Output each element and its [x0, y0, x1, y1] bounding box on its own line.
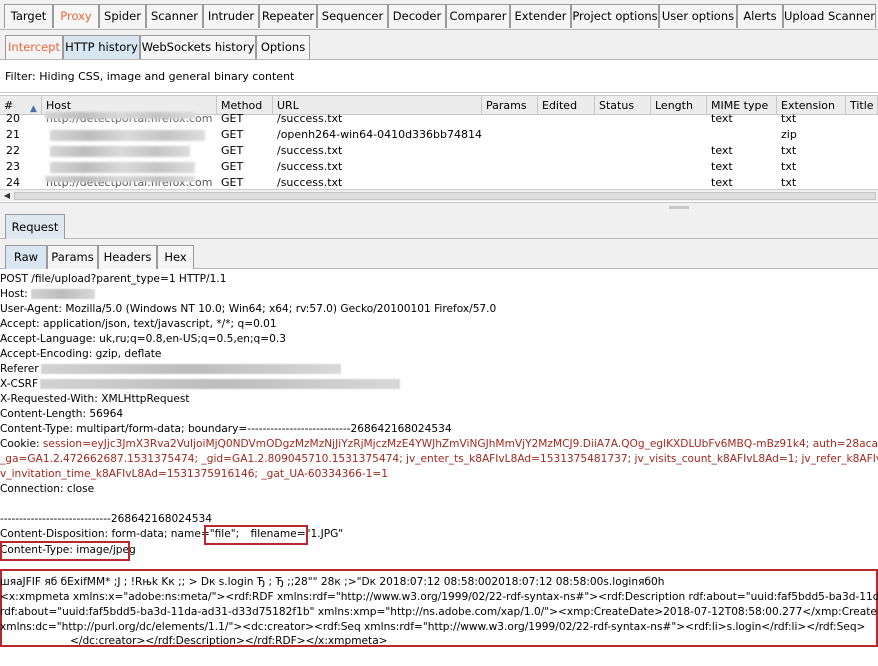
cell-mime: text [711, 160, 733, 173]
pane-splitter[interactable] [0, 203, 878, 211]
main-tab-bar: Target Proxy Spider Scanner Intruder Rep… [0, 0, 878, 30]
raw-request-editor[interactable]: POST /file/upload?parent_type=1 HTTP/1.1… [0, 270, 878, 666]
header-referer: Referer [0, 362, 341, 377]
tab-websockets-history[interactable]: WebSockets history [140, 35, 256, 59]
header-host: Host: [0, 287, 96, 302]
tab-hex[interactable]: Hex [157, 245, 194, 269]
cell-method: GET [221, 112, 244, 125]
cell-number: 21 [6, 128, 20, 141]
table-row[interactable]: 23 GET /success.txt text txt [0, 159, 878, 175]
cell-url: /success.txt [277, 144, 343, 157]
header-connection: Connection: close [0, 483, 95, 495]
header-x-csrf: X-CSRF [0, 377, 401, 392]
cell-number: 23 [6, 160, 20, 173]
tab-options[interactable]: Options [256, 35, 310, 59]
redacted-host [45, 112, 195, 119]
cell-mime [707, 127, 777, 143]
proxy-sub-tab-bar: Intercept HTTP history WebSockets histor… [0, 30, 878, 60]
tab-proxy[interactable]: Proxy [53, 4, 99, 28]
tab-request[interactable]: Request [5, 214, 65, 239]
cell-extension: txt [781, 160, 797, 173]
header-user-agent: User-Agent: Mozilla/5.0 (Windows NT 10.0… [0, 303, 497, 315]
redacted-host [50, 130, 205, 141]
tab-alerts[interactable]: Alerts [737, 4, 783, 28]
scrollbar-thumb[interactable] [14, 192, 876, 200]
binary-data-line: </dc:creator></rdf:Description></rdf:RDF… [70, 635, 388, 647]
tab-spider[interactable]: Spider [99, 4, 146, 28]
filename-highlight-box [204, 525, 308, 545]
redacted-host [50, 146, 190, 157]
tab-target[interactable]: Target [4, 4, 53, 28]
tab-sequencer[interactable]: Sequencer [317, 4, 388, 28]
splitter-grip-icon [669, 206, 689, 209]
cell-number: 20 [6, 112, 20, 125]
tab-params[interactable]: Params [47, 245, 98, 269]
multipart-boundary: -----------------------------26864216802… [0, 513, 212, 525]
cell-url: /success.txt [277, 160, 343, 173]
tab-headers[interactable]: Headers [98, 245, 157, 269]
tab-http-history[interactable]: HTTP history [63, 35, 140, 59]
cell-url: /success.txt [277, 112, 343, 125]
cell-method: GET [221, 128, 244, 141]
header-cookie-continued: _ga=GA1.2.472662687.1531375474; _gid=GA1… [0, 453, 878, 465]
binary-data-line: rdf:about="uuid:faf5bdd5-ba3d-11da-ad31-… [0, 606, 878, 618]
header-accept-encoding: Accept-Encoding: gzip, deflate [0, 348, 162, 360]
header-accept: Accept: application/json, text/javascrip… [0, 318, 277, 330]
tab-repeater[interactable]: Repeater [259, 4, 317, 28]
header-content-type: Content-Type: multipart/form-data; bound… [0, 423, 452, 435]
request-line: POST /file/upload?parent_type=1 HTTP/1.1 [0, 273, 227, 285]
table-row[interactable]: 21 GET /openh264-win64-0410d336bb748149a… [0, 127, 878, 143]
cell-url: /openh264-win64-0410d336bb748149a... [277, 128, 482, 141]
tab-user-options[interactable]: User options [659, 4, 737, 28]
header-content-length: Content-Length: 56964 [0, 408, 124, 420]
header-cookie: Cookie: session=eyJjc3JmX3Rva2VuIjoiMjQ0… [0, 438, 878, 450]
scroll-left-icon[interactable]: ◀ [1, 191, 13, 201]
tab-intercept[interactable]: Intercept [5, 35, 63, 59]
table-row[interactable]: 20 http://detectportal.firefox.com GET /… [0, 111, 878, 127]
cell-number: 22 [6, 144, 20, 157]
tab-project-options[interactable]: Project options [571, 4, 659, 28]
binary-data-line: шяаJFIF яб бExifMM* ;J ; !Rњk Kк ;; > Dк… [0, 576, 665, 588]
tab-comparer[interactable]: Comparer [446, 4, 510, 28]
redacted-host [50, 162, 195, 173]
message-tab-bar: Request [0, 211, 878, 239]
filter-bar[interactable]: Filter: Hiding CSS, image and general bi… [0, 61, 878, 93]
cell-method: GET [221, 160, 244, 173]
tab-raw[interactable]: Raw [5, 245, 47, 269]
history-table: # ▲ Host Method URL Params Edited Status … [0, 93, 878, 203]
tab-extender[interactable]: Extender [510, 4, 571, 28]
redacted-host [45, 176, 195, 182]
cell-extension: txt [781, 144, 797, 157]
cell-mime: text [711, 112, 733, 125]
table-row[interactable]: 22 GET /success.txt text txt [0, 143, 878, 159]
header-x-requested-with: X-Requested-With: XMLHttpRequest [0, 393, 190, 405]
tab-upload-scanner[interactable]: Upload Scanner [783, 4, 876, 28]
cell-mime: text [711, 144, 733, 157]
horizontal-scrollbar[interactable]: ◀ [0, 189, 878, 201]
view-tab-bar: Raw Params Headers Hex [0, 239, 878, 269]
tab-decoder[interactable]: Decoder [388, 4, 446, 28]
cell-extension: zip [781, 128, 797, 141]
cell-method: GET [221, 144, 244, 157]
binary-data-line: <x:xmpmeta xmlns:x="adobe:ns:meta/"><rdf… [0, 591, 878, 603]
header-accept-language: Accept-Language: uk,ru;q=0.8,en-US;q=0.5… [0, 333, 286, 345]
cell-extension: txt [781, 112, 797, 125]
tab-scanner[interactable]: Scanner [146, 4, 203, 28]
header-cookie-continued: v_invitation_time_k8AFIvL8Ad=15313759161… [0, 468, 389, 480]
binary-data-line: xmlns:dc="http://purl.org/dc/elements/1.… [0, 621, 866, 633]
content-type-highlight-box [0, 541, 130, 561]
tab-intruder[interactable]: Intruder [203, 4, 259, 28]
